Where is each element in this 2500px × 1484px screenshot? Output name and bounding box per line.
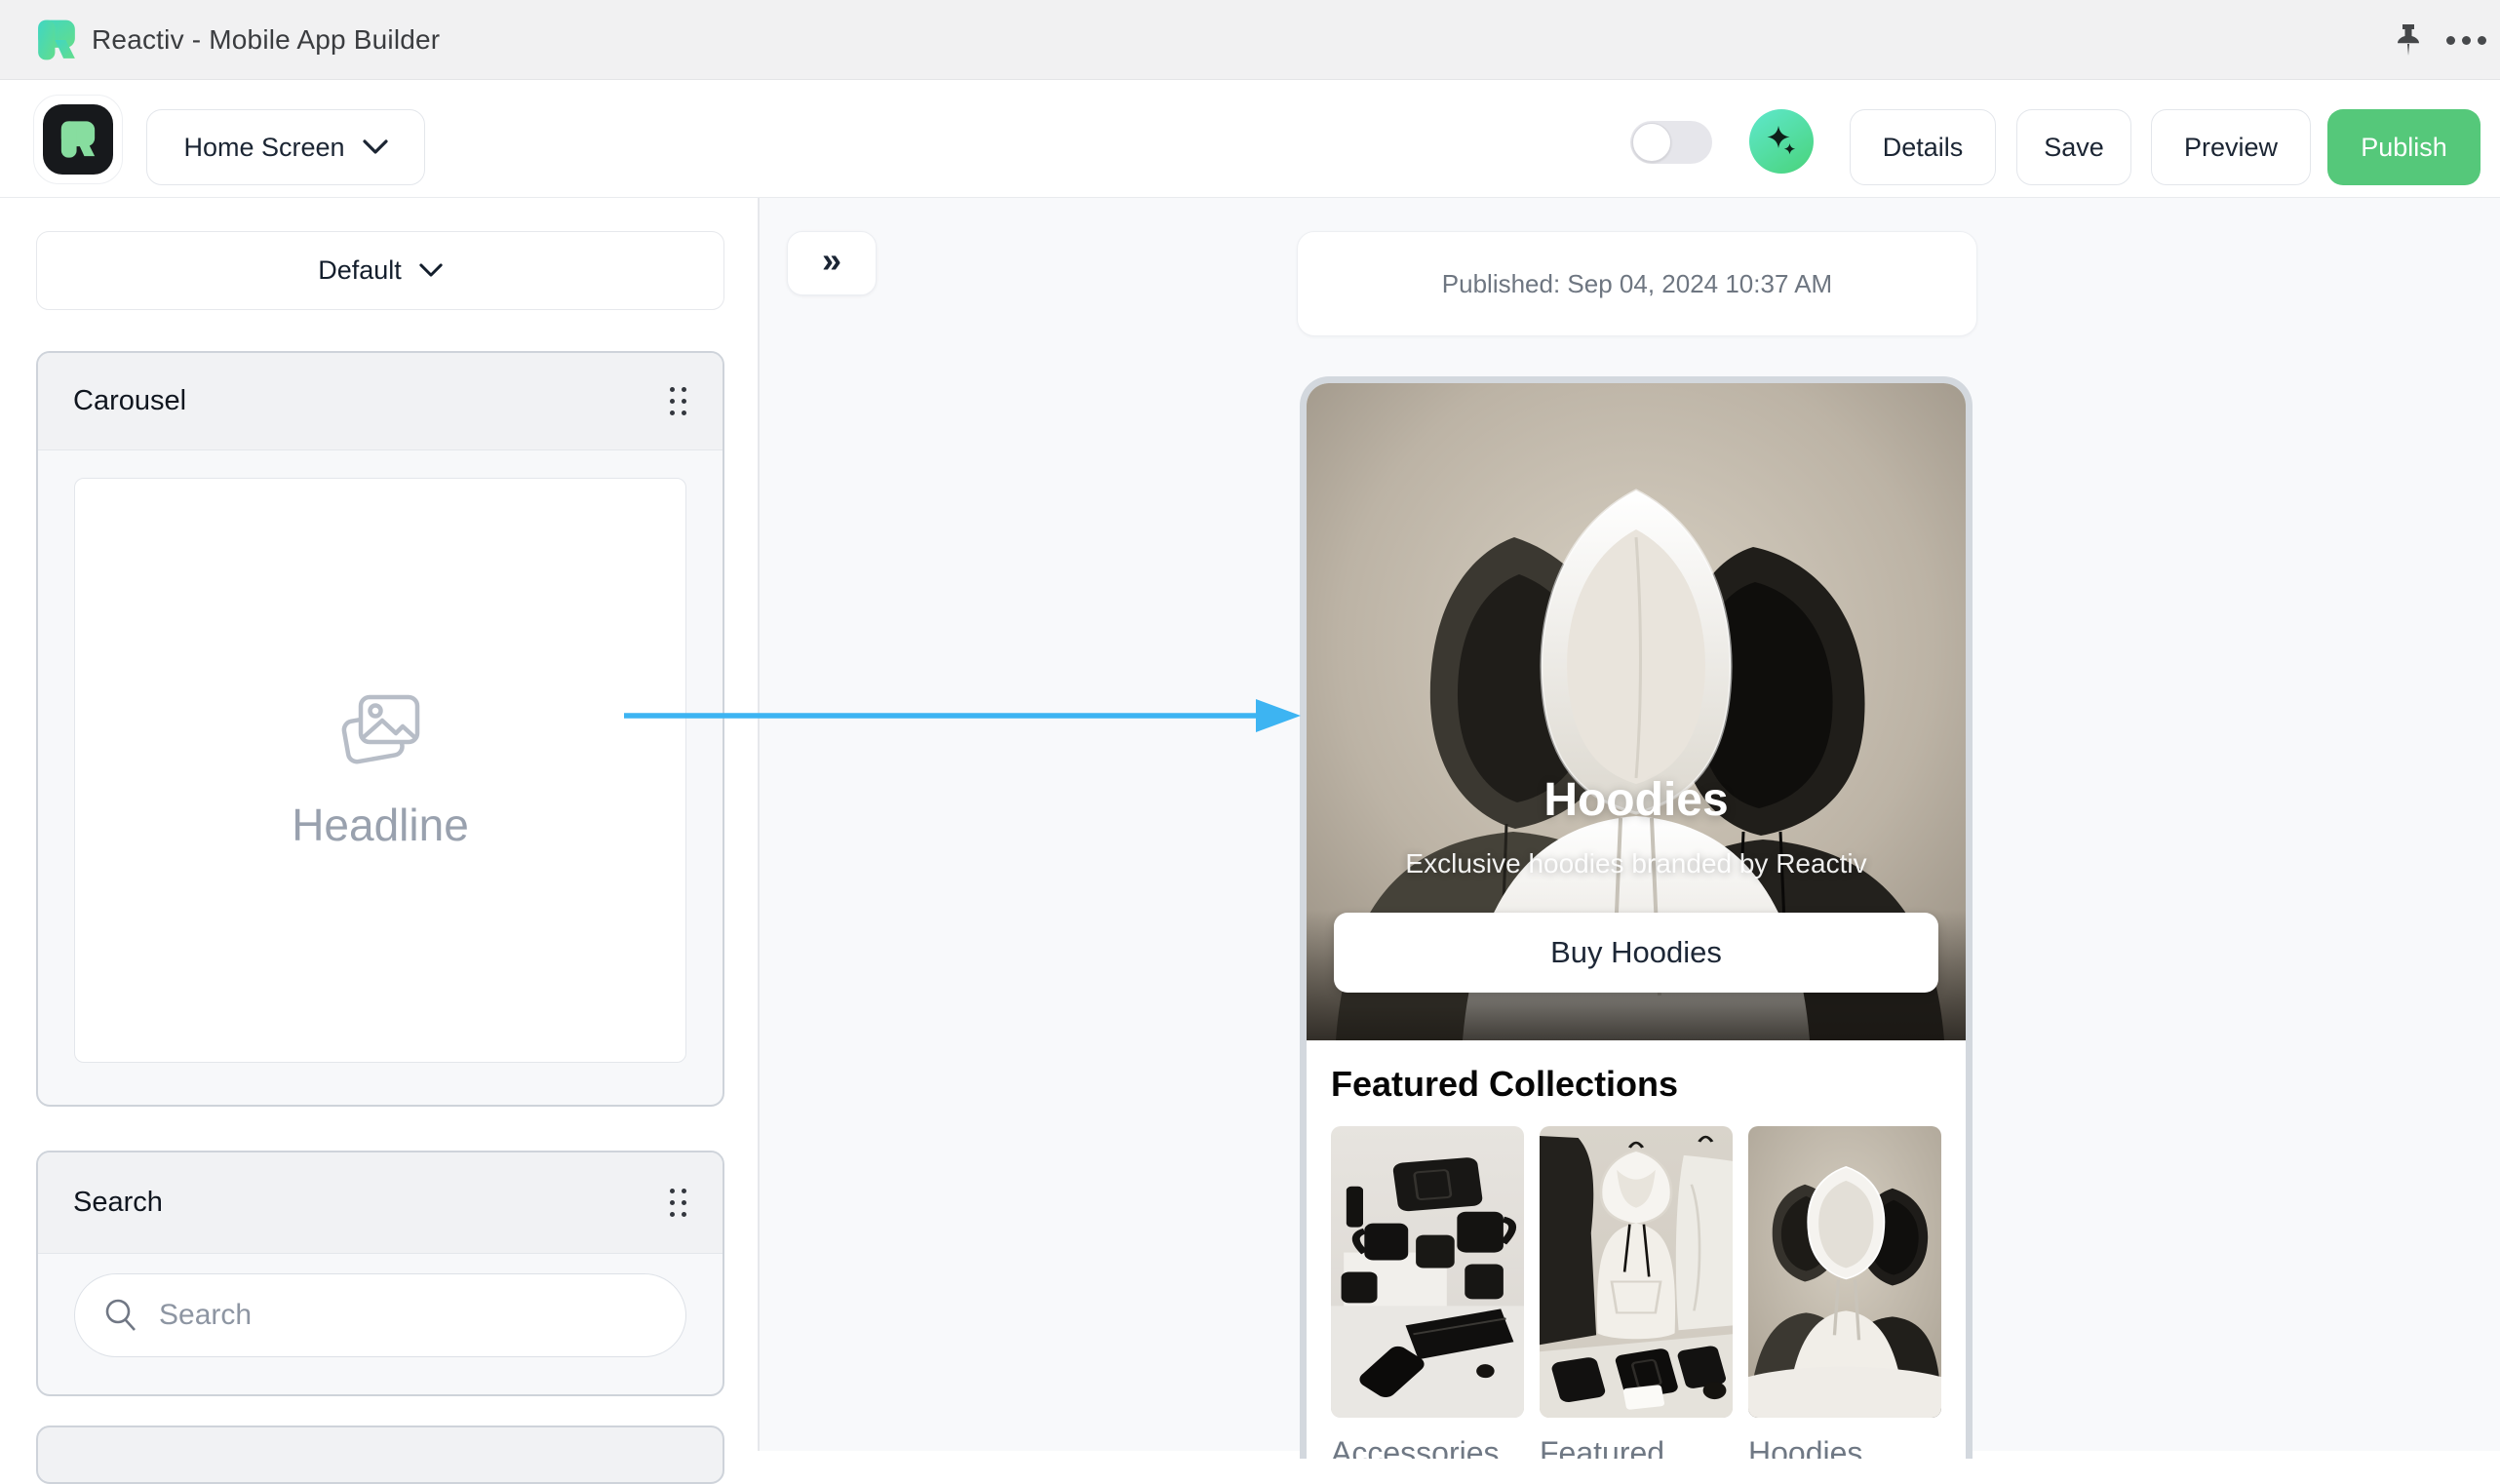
details-button[interactable]: Details bbox=[1850, 109, 1996, 185]
search-card-header: Search bbox=[38, 1152, 723, 1254]
featured-thumbnail-image bbox=[1540, 1126, 1733, 1418]
app-icon[interactable] bbox=[33, 95, 123, 184]
pin-icon[interactable] bbox=[2387, 20, 2430, 59]
hero-title: Hoodies bbox=[1543, 773, 1728, 827]
image-placeholder-icon bbox=[335, 689, 425, 771]
window-titlebar: Reactiv - Mobile App Builder bbox=[0, 0, 2500, 80]
sparkles-icon bbox=[1762, 122, 1801, 161]
chevron-down-icon bbox=[363, 139, 388, 155]
chevron-down-icon bbox=[419, 263, 443, 278]
hero-carousel-slide: Hoodies Exclusive hoodies branded by Rea… bbox=[1307, 383, 1966, 1040]
screen-selector-label: Home Screen bbox=[183, 133, 344, 163]
accessories-thumbnail-image bbox=[1331, 1126, 1524, 1418]
carousel-headline-placeholder: Headline bbox=[292, 799, 469, 851]
collection-label[interactable]: Featured bbox=[1540, 1435, 1733, 1459]
next-component-card-partial[interactable] bbox=[36, 1425, 724, 1484]
collection-thumb-hoodies[interactable] bbox=[1748, 1126, 1941, 1418]
hero-subtitle: Exclusive hoodies branded by Reactiv bbox=[1405, 848, 1866, 879]
search-component-card[interactable]: Search bbox=[36, 1151, 724, 1396]
collection-thumb-featured[interactable] bbox=[1540, 1126, 1733, 1418]
featured-collections-section: Featured Collections bbox=[1307, 1040, 1966, 1459]
search-input-preview[interactable] bbox=[74, 1273, 686, 1357]
save-button[interactable]: Save bbox=[2016, 109, 2131, 185]
carousel-component-card[interactable]: Carousel Headline bbox=[36, 351, 724, 1107]
search-card-title: Search bbox=[73, 1187, 163, 1219]
published-status-banner: Published: Sep 04, 2024 10:37 AM bbox=[1297, 231, 1977, 336]
carousel-card-title: Carousel bbox=[73, 385, 186, 417]
toggle-knob bbox=[1632, 123, 1671, 162]
phone-preview-frame[interactable]: Hoodies Exclusive hoodies branded by Rea… bbox=[1300, 376, 1973, 1459]
sidebar-divider bbox=[758, 198, 760, 1451]
drag-handle-icon[interactable] bbox=[670, 1189, 687, 1218]
publish-button[interactable]: Publish bbox=[2327, 109, 2480, 185]
screen-selector-dropdown[interactable]: Home Screen bbox=[146, 109, 425, 185]
carousel-card-header: Carousel bbox=[38, 353, 723, 450]
ai-assistant-button[interactable] bbox=[1749, 109, 1814, 174]
collection-thumbnails-row bbox=[1331, 1126, 1941, 1418]
double-chevron-right-icon: » bbox=[822, 240, 841, 281]
reactiv-logo-icon bbox=[35, 19, 78, 61]
app-icon-square bbox=[43, 104, 113, 175]
preview-mode-toggle[interactable] bbox=[1630, 121, 1712, 164]
carousel-image-placeholder[interactable]: Headline bbox=[74, 478, 686, 1063]
search-input[interactable] bbox=[159, 1299, 627, 1332]
magnifier-icon bbox=[102, 1297, 139, 1334]
template-selector-label: Default bbox=[318, 255, 402, 286]
collection-labels-row: Accessories Featured Hoodies bbox=[1331, 1435, 1941, 1459]
preview-button[interactable]: Preview bbox=[2151, 109, 2311, 185]
collapse-sidebar-button[interactable]: » bbox=[787, 231, 877, 295]
drag-handle-icon[interactable] bbox=[670, 387, 687, 416]
buy-hoodies-button[interactable]: Buy Hoodies bbox=[1334, 913, 1938, 993]
hoodies-thumbnail-image bbox=[1748, 1126, 1941, 1418]
more-options-ellipsis-icon[interactable] bbox=[2440, 20, 2492, 59]
collection-thumb-accessories[interactable] bbox=[1331, 1126, 1524, 1418]
template-selector-dropdown[interactable]: Default bbox=[36, 231, 724, 310]
hero-text-overlay: Hoodies Exclusive hoodies branded by Rea… bbox=[1307, 383, 1966, 1040]
window-title: Reactiv - Mobile App Builder bbox=[92, 0, 440, 80]
featured-collections-heading: Featured Collections bbox=[1331, 1064, 1941, 1105]
collection-label[interactable]: Hoodies bbox=[1748, 1435, 1941, 1459]
published-status-text: Published: Sep 04, 2024 10:37 AM bbox=[1442, 269, 1832, 299]
collection-label[interactable]: Accessories bbox=[1331, 1435, 1524, 1459]
